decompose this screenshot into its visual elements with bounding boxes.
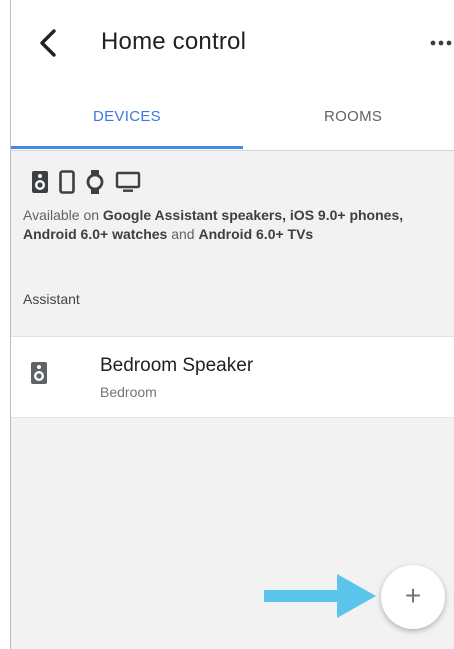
list-item-device[interactable]: Bedroom Speaker Bedroom: [11, 336, 454, 418]
add-device-button[interactable]: +: [381, 565, 445, 629]
app-screen: Home control DEVICES ROOMS Available on …: [10, 0, 454, 649]
more-options-button[interactable]: [428, 28, 454, 58]
chevron-left-icon: [40, 29, 56, 57]
tab-rooms[interactable]: ROOMS: [324, 108, 382, 125]
tab-devices[interactable]: DEVICES: [93, 108, 161, 125]
arrow-right-icon: [264, 574, 376, 618]
top-app-bar: Home control DEVICES ROOMS: [11, 0, 454, 151]
page-title: Home control: [101, 28, 247, 55]
more-horiz-icon: [430, 40, 452, 46]
phone-icon: [59, 170, 75, 194]
tab-indicator: [11, 146, 243, 149]
back-button[interactable]: [37, 28, 61, 58]
speaker-icon: [32, 171, 48, 193]
availability-text: Available on Google Assistant speakers, …: [23, 206, 443, 244]
watch-icon: [86, 170, 104, 194]
device-name: Bedroom Speaker: [100, 355, 254, 376]
availability-text-mid: and: [167, 226, 199, 242]
add-icon: +: [404, 580, 422, 611]
device-room: Bedroom: [100, 384, 157, 400]
supported-device-icons: [31, 170, 141, 194]
availability-text-prefix: Available on: [23, 207, 103, 223]
tv-icon: [115, 171, 141, 192]
speaker-icon: [31, 362, 47, 384]
section-header-assistant: Assistant: [23, 291, 80, 307]
availability-text-bold-2: Android 6.0+ TVs: [198, 226, 314, 242]
